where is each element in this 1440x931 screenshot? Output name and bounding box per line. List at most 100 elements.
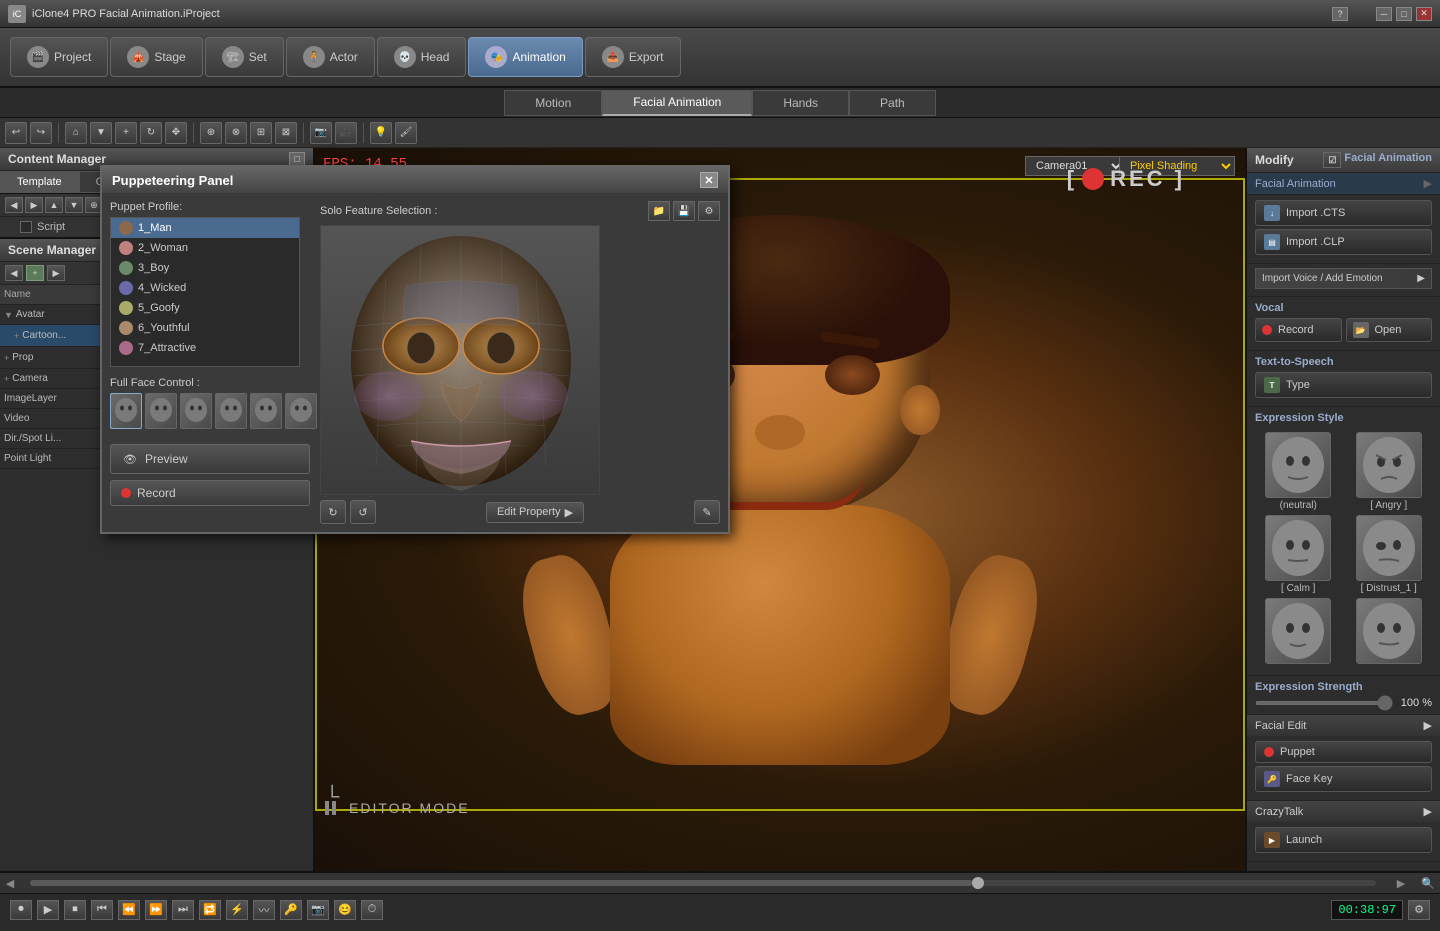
expr-extra1[interactable] [1255, 598, 1342, 666]
tl-prev-key-btn[interactable]: ⏮ [91, 900, 113, 920]
minimize-button[interactable]: ─ [1376, 7, 1392, 21]
mini-btn-3[interactable]: ▲ [45, 197, 63, 213]
expand-arrow[interactable]: + [4, 353, 9, 363]
face-thumb-1[interactable] [110, 393, 142, 429]
nav-project[interactable]: 🎬 Project [10, 37, 108, 77]
tool3[interactable]: ⊞ [250, 122, 272, 144]
camera2-btn[interactable]: 🎥 [335, 122, 357, 144]
launch-button[interactable]: ▶ Launch [1255, 827, 1432, 853]
tl-wave-btn[interactable]: 〰 [253, 900, 275, 920]
face-thumb-4[interactable] [215, 393, 247, 429]
tl-next-key-btn[interactable]: ⏭ [172, 900, 194, 920]
profile-item-attractive[interactable]: 7_Attractive [111, 338, 299, 358]
extra-canvas-btn[interactable]: ✎ [694, 500, 720, 524]
tl-stop-btn[interactable]: ⏹ [64, 900, 86, 920]
tl-face-btn[interactable]: 😊 [334, 900, 356, 920]
face-thumb-3[interactable] [180, 393, 212, 429]
right-panel-checkbox[interactable]: ☑ [1323, 152, 1341, 168]
down-button[interactable]: ▼ [90, 122, 112, 144]
mini-btn-2[interactable]: ▶ [25, 197, 43, 213]
type-button[interactable]: T Type [1255, 372, 1432, 398]
scene-next-btn[interactable]: ▶ [47, 265, 65, 281]
expr-neutral[interactable]: (neutral) [1255, 432, 1342, 511]
paint-btn[interactable]: 🖌 [395, 122, 417, 144]
tl-rewind-btn[interactable]: ⏪ [118, 900, 140, 920]
timeline-progress[interactable] [30, 880, 1376, 886]
profile-item-goofy[interactable]: 5_Goofy [111, 298, 299, 318]
tool2[interactable]: ⊗ [225, 122, 247, 144]
tl-sync-btn[interactable]: ⚡ [226, 900, 248, 920]
face-canvas[interactable] [320, 225, 600, 495]
timeline-right-btn[interactable]: ▶ [1386, 877, 1416, 890]
tl-record-btn[interactable]: ⏺ [10, 900, 32, 920]
nav-set[interactable]: 🏗 Set [205, 37, 284, 77]
maximize-button[interactable]: □ [1396, 7, 1412, 21]
nav-head[interactable]: 💀 Head [377, 37, 467, 77]
reset-canvas-btn[interactable]: ↺ [350, 500, 376, 524]
redo-button[interactable]: ↪ [30, 122, 52, 144]
solo-save-btn[interactable]: 💾 [673, 201, 695, 221]
puppet-record-button[interactable]: Record [110, 480, 310, 506]
profile-item-boy[interactable]: 3_Boy [111, 258, 299, 278]
nav-stage[interactable]: 🎪 Stage [110, 37, 202, 77]
expr-angry[interactable]: [ Angry ] [1346, 432, 1433, 511]
tab-motion[interactable]: Motion [504, 90, 602, 116]
profile-item-youthful[interactable]: 6_Youthful [111, 318, 299, 338]
rotate-button[interactable]: ↻ [140, 122, 162, 144]
tool4[interactable]: ⊠ [275, 122, 297, 144]
strength-slider[interactable] [1255, 701, 1393, 705]
tl-clock-btn[interactable]: ⏱ [361, 900, 383, 920]
help-button[interactable]: ? [1332, 7, 1348, 21]
expr-extra2[interactable] [1346, 598, 1433, 666]
import-cts-button[interactable]: ↓ Import .CTS [1255, 200, 1432, 226]
nav-animation[interactable]: 🎭 Animation [468, 37, 582, 77]
import-clp-button[interactable]: ▤ Import .CLP [1255, 229, 1432, 255]
mini-btn-4[interactable]: ▼ [65, 197, 83, 213]
tl-key-btn[interactable]: 🔑 [280, 900, 302, 920]
import-voice-button[interactable]: Import Voice / Add Emotion ▶ [1255, 268, 1432, 289]
tab-facial-animation[interactable]: Facial Animation [602, 90, 752, 116]
undo-button[interactable]: ↩ [5, 122, 27, 144]
tl-loop-btn[interactable]: 🔁 [199, 900, 221, 920]
timeline-zoom-btn[interactable]: 🔍 [1416, 877, 1440, 890]
camera1-btn[interactable]: 📷 [310, 122, 332, 144]
vocal-open-button[interactable]: 📂 Open [1346, 318, 1433, 342]
vocal-record-button[interactable]: Record [1255, 318, 1342, 342]
face-thumb-2[interactable] [145, 393, 177, 429]
expr-calm[interactable]: [ Calm ] [1255, 515, 1342, 594]
face-thumb-5[interactable] [250, 393, 282, 429]
profile-list[interactable]: 1_Man 2_Woman 3_Boy 4_Wicked [110, 217, 300, 367]
edit-property-button[interactable]: Edit Property ▶ [486, 502, 584, 523]
expand-arrow[interactable]: + [4, 374, 9, 384]
nav-export[interactable]: 📤 Export [585, 37, 681, 77]
tl-forward-btn[interactable]: ⏩ [145, 900, 167, 920]
light-btn[interactable]: 💡 [370, 122, 392, 144]
nav-actor[interactable]: 🧍 Actor [286, 37, 375, 77]
expand-arrow[interactable]: ▼ [4, 310, 13, 320]
move-button[interactable]: ✥ [165, 122, 187, 144]
script-checkbox[interactable] [20, 221, 32, 233]
profile-item-woman[interactable]: 2_Woman [111, 238, 299, 258]
facekey-button[interactable]: 🔑 Face Key [1255, 766, 1432, 792]
tool1[interactable]: ⊕ [200, 122, 222, 144]
expand-arrow[interactable]: + [14, 331, 19, 341]
tl-cam-btn[interactable]: 📷 [307, 900, 329, 920]
plus-button[interactable]: + [115, 122, 137, 144]
timeline-thumb[interactable] [972, 877, 984, 889]
scene-add-btn[interactable]: + [26, 265, 44, 281]
puppet-titlebar[interactable]: Puppeteering Panel ✕ [102, 167, 728, 193]
profile-item-wicked[interactable]: 4_Wicked [111, 278, 299, 298]
home-button[interactable]: ⌂ [65, 122, 87, 144]
expr-distrust[interactable]: [ Distrust_1 ] [1346, 515, 1433, 594]
profile-item-man[interactable]: 1_Man [111, 218, 299, 238]
solo-folder-btn[interactable]: 📁 [648, 201, 670, 221]
preview-button[interactable]: 👁 Preview [110, 444, 310, 474]
face-thumb-6[interactable] [285, 393, 317, 429]
close-button[interactable]: ✕ [1416, 7, 1432, 21]
puppet-button[interactable]: Puppet [1255, 741, 1432, 763]
puppet-close-btn[interactable]: ✕ [700, 172, 718, 188]
solo-settings-btn[interactable]: ⚙ [698, 201, 720, 221]
crazytalk-header[interactable]: CrazyTalk ▶ [1247, 801, 1440, 822]
tab-hands[interactable]: Hands [752, 90, 849, 116]
tl-play-btn[interactable]: ▶ [37, 900, 59, 920]
